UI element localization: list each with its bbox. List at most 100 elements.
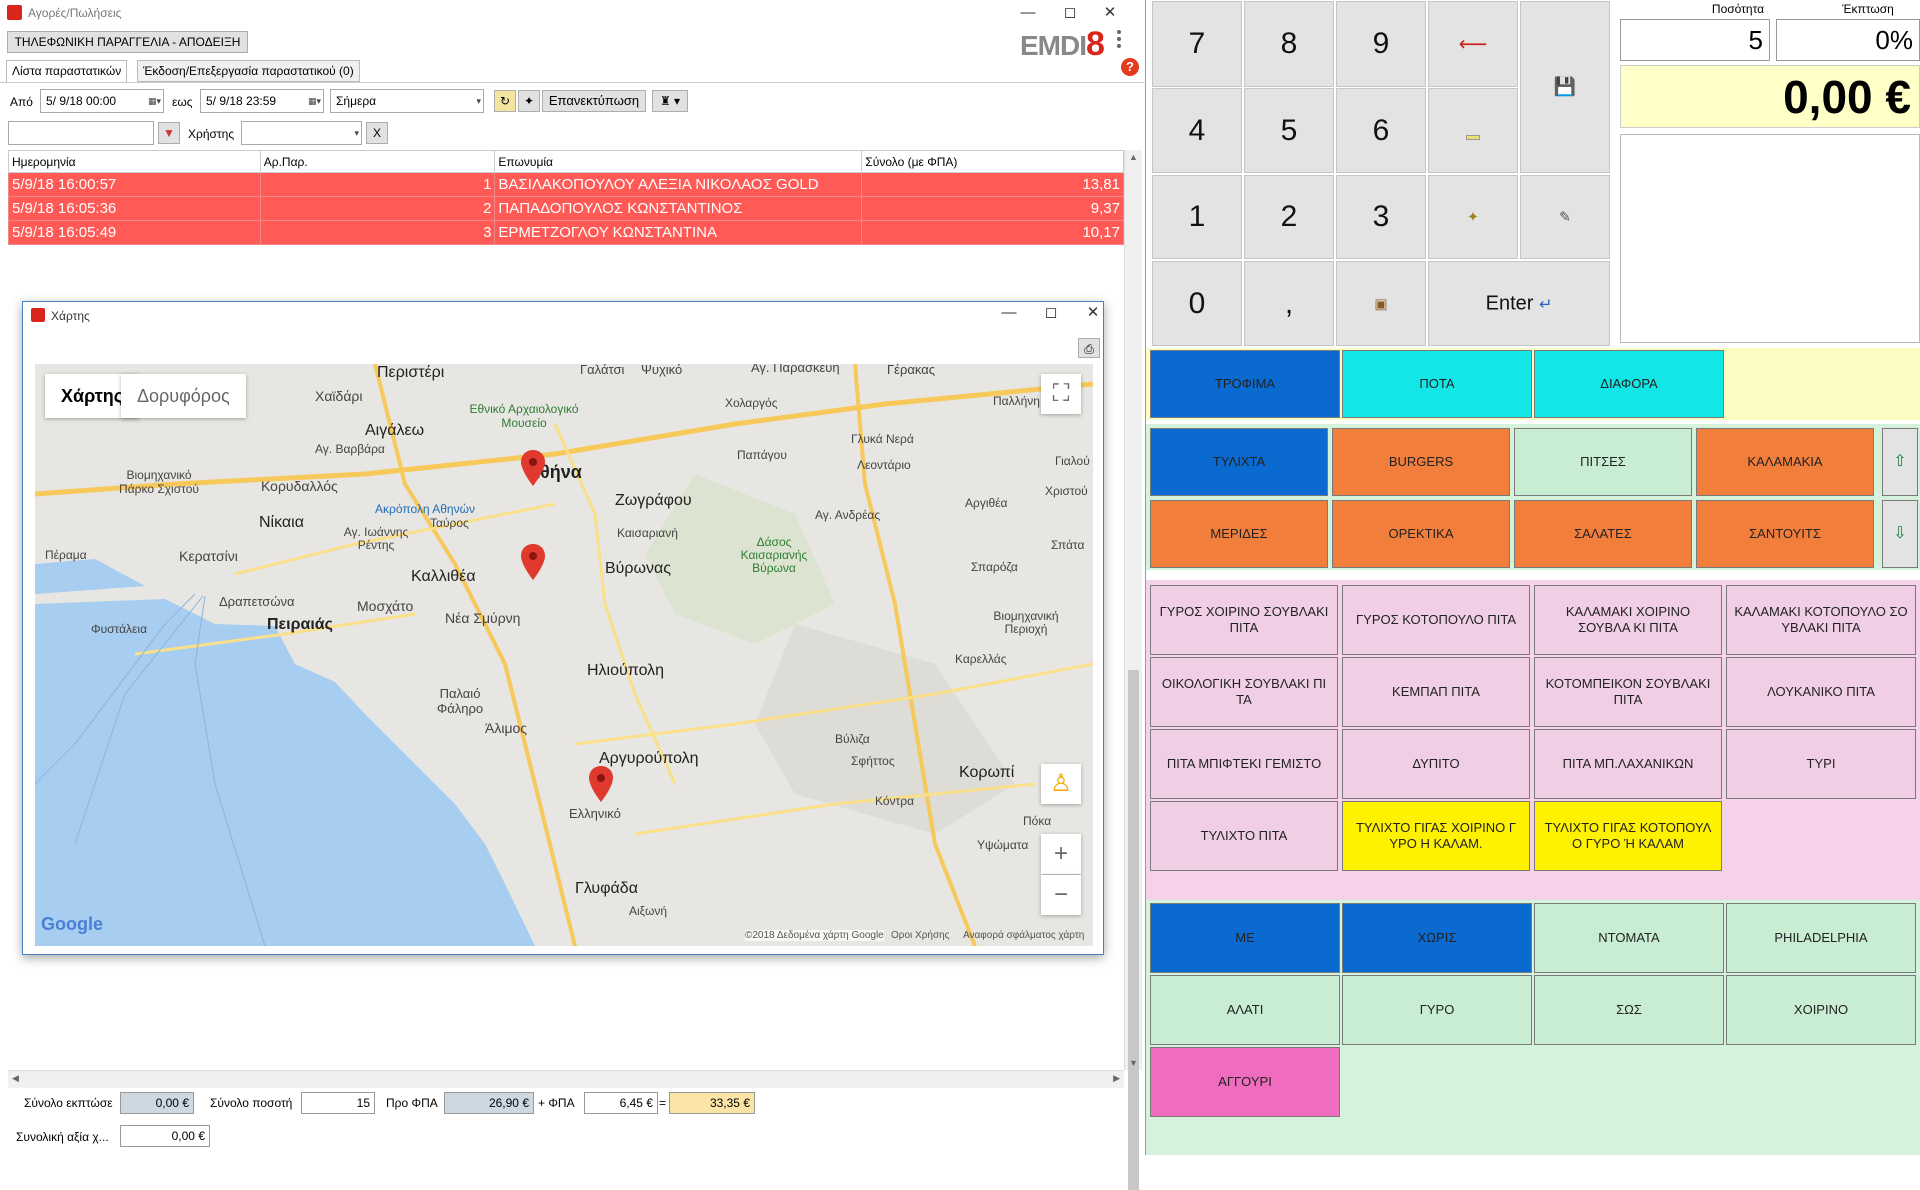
col-name[interactable]: Επωνυμία <box>494 150 863 173</box>
backspace-icon[interactable]: ⟵ <box>1428 1 1518 87</box>
satellite-tab[interactable]: Δορυφόρος <box>121 374 246 418</box>
extra-button[interactable]: ΧΟΙΡΙΝΟ <box>1726 975 1916 1045</box>
subgroup-button[interactable]: ΟΡΕΚΤΙΚΑ <box>1332 500 1510 568</box>
table-row[interactable]: 5/9/18 16:05:36 2 ΠΑΠΑΔΟΠΟΥΛΟΣ ΚΩΝΣΤΑΝΤΙ… <box>8 196 1124 221</box>
col-date[interactable]: Ημερομηνία <box>8 150 261 173</box>
extra-button[interactable]: ΜΕ <box>1150 903 1340 973</box>
product-button[interactable]: ΚΟΤΟΜΠΕΙΚΟΝ ΣΟΥΒΛΑΚΙ ΠΙΤΑ <box>1534 657 1722 727</box>
subgroup-button[interactable]: ΣΑΛΑΤΕΣ <box>1514 500 1692 568</box>
extra-button[interactable]: ΣΩΣ <box>1534 975 1724 1045</box>
product-button[interactable]: ΓΥΡΟΣ ΧΟΙΡΙΝΟ ΣΟΥΒΛΑΚΙ ΠΙΤΑ <box>1150 585 1338 655</box>
chevron-left-icon[interactable]: ◀ <box>12 1073 19 1084</box>
zoom-in-button[interactable]: + <box>1041 834 1081 874</box>
qty-field[interactable]: 5 <box>1620 19 1770 61</box>
scroll-down-icon[interactable]: ⇩ <box>1882 500 1918 568</box>
subgroup-button[interactable]: ΠΙΤΣΕΣ <box>1514 428 1692 496</box>
table-row[interactable]: 5/9/18 16:05:49 3 ΕΡΜΕΤΖΟΓΛΟΥ ΚΩΝΣΤΑΝΤΙΝ… <box>8 220 1124 245</box>
product-button[interactable]: ΤΥΡΙ <box>1726 729 1916 799</box>
product-button[interactable]: ΟΙΚΟΛΟΓΙΚΗ ΣΟΥΒΛΑΚΙ ΠΙ ΤΑ <box>1150 657 1338 727</box>
map-terms-link[interactable]: Οροι Χρήσης <box>891 930 950 941</box>
product-button[interactable]: ΠΙΤΑ ΜΠ.ΛΑΧΑΝΙΚΩΝ <box>1534 729 1722 799</box>
extra-button[interactable]: PHILADELPHIA <box>1726 903 1916 973</box>
period-select[interactable]: Σήμερα ▾ <box>330 89 484 113</box>
group-button[interactable]: ΔΙΑΦΟΡΑ <box>1534 350 1724 418</box>
menu-kebab-icon[interactable] <box>1117 29 1123 49</box>
product-button[interactable]: ΓΥΡΟΣ ΚΟΤΟΠΟΥΛΟ ΠΙΤΑ <box>1342 585 1530 655</box>
key-5[interactable]: 5 <box>1244 88 1334 173</box>
subgroup-button[interactable]: ΣΑΝΤΟΥΙΤΣ <box>1696 500 1874 568</box>
street-view-icon[interactable]: ♙ <box>1041 764 1081 804</box>
search-input[interactable] <box>8 121 154 145</box>
from-date-field[interactable]: 5/ 9/18 00:00 ▦▾ <box>40 89 164 113</box>
group-button[interactable]: ΠΟΤΑ <box>1342 350 1532 418</box>
save-icon[interactable]: 💾 <box>1520 1 1610 173</box>
table-row[interactable]: 5/9/18 16:00:57 1 ΒΑΣΙΛΑΚΟΠΟΥΛΟΥ ΑΛΕΞΙΑ … <box>8 172 1124 197</box>
chevron-down-icon[interactable]: ▼ <box>1129 1058 1138 1068</box>
minimize-button[interactable]: — <box>1008 2 1048 24</box>
col-number[interactable]: Αρ.Παρ. <box>259 150 496 173</box>
to-date-field[interactable]: 5/ 9/18 23:59 ▦▾ <box>200 89 324 113</box>
map-report-link[interactable]: Αναφορά σφάλματος χάρτη <box>963 930 1084 941</box>
zoom-out-button[interactable]: − <box>1041 875 1081 915</box>
enter-button[interactable]: Enter ↵ <box>1428 261 1610 346</box>
subgroup-button[interactable]: ΚΑΛΑΜΑΚΙΑ <box>1696 428 1874 496</box>
key-8[interactable]: 8 <box>1244 1 1334 87</box>
wand-icon[interactable]: ✦ <box>518 90 540 112</box>
close-button[interactable]: ✕ <box>1090 2 1130 24</box>
key-6[interactable]: 6 <box>1336 88 1426 173</box>
eraser-icon[interactable]: ✎ <box>1520 175 1610 259</box>
key-3[interactable]: 3 <box>1336 175 1426 259</box>
close-button[interactable]: ✕ <box>1073 302 1113 324</box>
reprint-button[interactable]: Επανεκτύπωση <box>542 90 646 112</box>
extra-button[interactable]: ΑΛΑΤΙ <box>1150 975 1340 1045</box>
tab-document-edit[interactable]: Έκδοση/Επεξεργασία παραστατικού (0) <box>137 60 360 82</box>
map-pin-3[interactable] <box>589 766 613 802</box>
notes-area[interactable] <box>1620 134 1920 343</box>
box-icon[interactable]: ▣ <box>1336 261 1426 346</box>
user-clear-button[interactable]: X <box>366 122 388 144</box>
vertical-scrollbar[interactable]: ▲ ▼ <box>1124 150 1142 1190</box>
key-7[interactable]: 7 <box>1152 1 1242 87</box>
extra-button[interactable]: ΧΩΡΙΣ <box>1342 903 1532 973</box>
key-2[interactable]: 2 <box>1244 175 1334 259</box>
minus-icon[interactable] <box>1428 88 1518 173</box>
tab-document-list[interactable]: Λίστα παραστατικών <box>6 60 128 82</box>
binoculars-icon[interactable]: ♜ ▾ <box>652 90 688 112</box>
product-button[interactable]: ΚΑΛΑΜΑΚΙ ΚΟΤΟΠΟΥΛΟ ΣΟ ΥΒΛΑΚΙ ΠΙΤΑ <box>1726 585 1916 655</box>
map-pin-2[interactable] <box>521 544 545 580</box>
key-0[interactable]: 0 <box>1152 261 1242 346</box>
wand-icon[interactable]: ✦ <box>1428 175 1518 259</box>
refresh-icon[interactable]: ↻ <box>494 90 516 112</box>
fullscreen-icon[interactable]: ⛶ <box>1041 374 1081 414</box>
map-pin-1[interactable] <box>521 450 545 486</box>
key-comma[interactable]: , <box>1244 261 1334 346</box>
scroll-up-icon[interactable]: ⇧ <box>1882 428 1918 496</box>
filter-clear-icon[interactable]: ▼ <box>158 122 180 144</box>
subgroup-button[interactable]: ΤΥΛΙΧΤΑ <box>1150 428 1328 496</box>
subgroup-button[interactable]: BURGERS <box>1332 428 1510 496</box>
group-button[interactable]: ΤΡΟΦΙΜΑ <box>1150 350 1340 418</box>
chevron-right-icon[interactable]: ▶ <box>1113 1073 1120 1084</box>
print-icon[interactable]: ⎙ <box>1078 338 1100 358</box>
maximize-button[interactable]: ◻ <box>1050 2 1090 24</box>
subgroup-button[interactable]: ΜΕΡΙΔΕΣ <box>1150 500 1328 568</box>
scrollbar-thumb[interactable] <box>1128 670 1139 1190</box>
user-select[interactable]: ▾ <box>241 121 362 145</box>
product-button[interactable]: ΚΕΜΠΑΠ ΠΙΤΑ <box>1342 657 1530 727</box>
extra-button[interactable]: ΝΤΟΜΑΤΑ <box>1534 903 1724 973</box>
map-view[interactable]: Χάρτης Δορυφόρος ⛶ ♙ + − Περιστέρι Γαλάτ… <box>35 364 1093 946</box>
key-4[interactable]: 4 <box>1152 88 1242 173</box>
extra-button[interactable]: ΑΓΓΟΥΡΙ <box>1150 1047 1340 1117</box>
product-button[interactable]: ΚΑΛΑΜΑΚΙ ΧΟΙΡΙΝΟ ΣΟΥΒΛΑ ΚΙ ΠΙΤΑ <box>1534 585 1722 655</box>
product-button[interactable]: ΤΥΛΙΧΤΟ ΓΙΓΑΣ ΚΟΤΟΠΟΥΛ Ο ΓΥΡΟ Ή ΚΑΛΑΜ <box>1534 801 1722 871</box>
discount-field[interactable]: 0% <box>1776 19 1920 61</box>
maximize-button[interactable]: ◻ <box>1031 302 1071 324</box>
product-button[interactable]: ΤΥΛΙΧΤΟ ΠΙΤΑ <box>1150 801 1338 871</box>
product-button[interactable]: ΤΥΛΙΧΤΟ ΓΙΓΑΣ ΧΟΙΡΙΝΟ Γ ΥΡΟ Η ΚΑΛΑΜ. <box>1342 801 1530 871</box>
minimize-button[interactable]: — <box>989 302 1029 324</box>
product-button[interactable]: ΛΟΥΚΑΝΙΚΟ ΠΙΤΑ <box>1726 657 1916 727</box>
col-total[interactable]: Σύνολο (με ΦΠΑ) <box>861 150 1124 173</box>
chevron-up-icon[interactable]: ▲ <box>1129 152 1138 162</box>
doc-type-button[interactable]: ΤΗΛΕΦΩΝΙΚΗ ΠΑΡΑΓΓΕΛΙΑ - ΑΠΟΔΕΙΞΗ <box>7 31 248 53</box>
help-icon[interactable]: ? <box>1121 58 1139 76</box>
